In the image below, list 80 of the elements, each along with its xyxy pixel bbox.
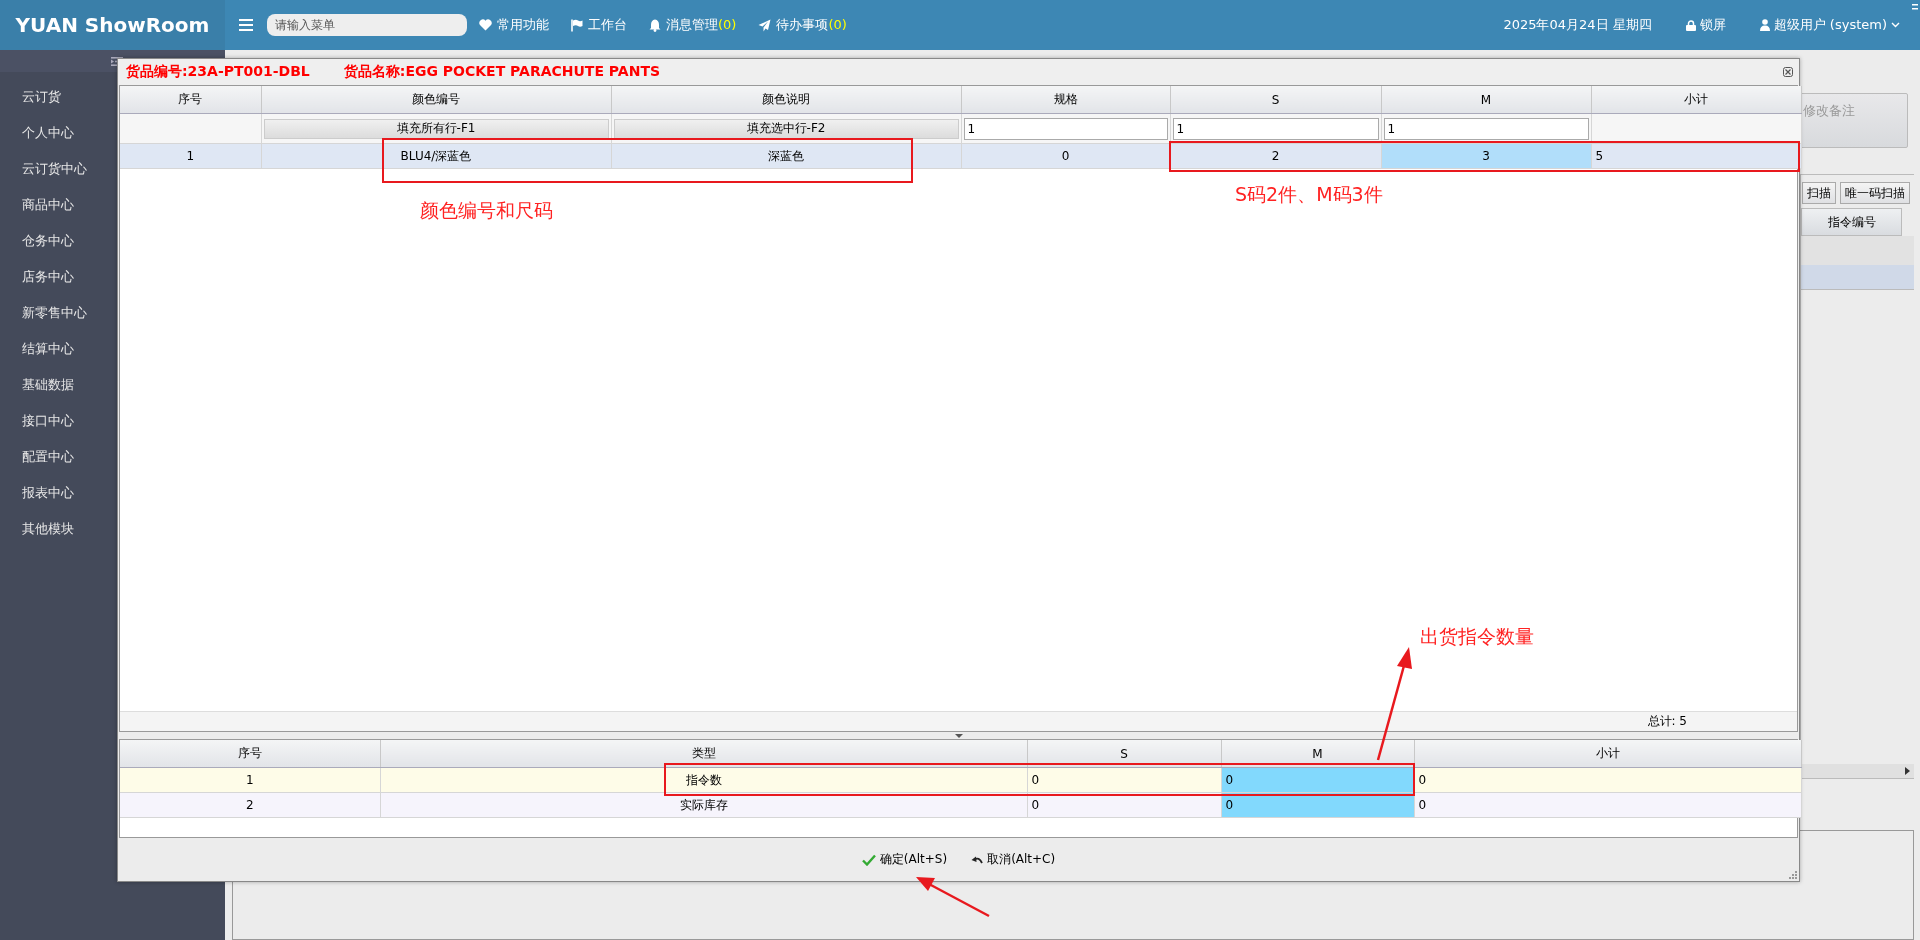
user-icon bbox=[1759, 19, 1770, 31]
app-logo[interactable]: YUAN ShowRoom bbox=[0, 0, 225, 50]
sidebar-item[interactable]: 接口中心 bbox=[0, 403, 74, 439]
fill-value-field[interactable]: 1 bbox=[1172, 117, 1379, 140]
table-cell: 5 bbox=[1591, 143, 1801, 169]
lock-icon bbox=[1685, 19, 1696, 31]
sidebar-item[interactable]: 报表中心 bbox=[0, 475, 74, 511]
nav-link[interactable]: 常用功能 bbox=[479, 16, 549, 34]
column-header: S bbox=[1027, 740, 1221, 768]
nav-link[interactable]: 工作台 bbox=[571, 16, 627, 34]
scan-button[interactable]: 扫描 bbox=[1802, 182, 1836, 204]
table-cell: 1 bbox=[120, 143, 261, 169]
table-cell: 2 bbox=[1170, 143, 1381, 169]
scroll-right-icon[interactable] bbox=[1905, 767, 1910, 775]
table-cell: 指令数 bbox=[380, 767, 1027, 793]
heart-icon bbox=[479, 19, 492, 31]
column-header: 序号 bbox=[120, 86, 261, 114]
sidebar-item[interactable]: 云订货中心 bbox=[0, 151, 87, 187]
send-icon bbox=[758, 18, 772, 32]
check-icon bbox=[861, 853, 876, 866]
sidebar-item[interactable]: 店务中心 bbox=[0, 259, 74, 295]
menu-icon[interactable] bbox=[239, 19, 253, 31]
table-cell: 实际库存 bbox=[380, 792, 1027, 818]
table-cell: 1 bbox=[120, 767, 380, 793]
bell-icon bbox=[649, 18, 661, 32]
fill-value-field[interactable]: 1 bbox=[963, 117, 1168, 140]
annotation-text: 出货指令数量 bbox=[1420, 624, 1534, 649]
column-header: 规格 bbox=[961, 86, 1170, 114]
table-cell: 3 bbox=[1381, 143, 1591, 169]
sidebar-item[interactable]: 基础数据 bbox=[0, 367, 74, 403]
expand-icon[interactable] bbox=[1912, 4, 1918, 11]
column-header: 类型 bbox=[380, 740, 1027, 768]
sidebar-item[interactable]: 结算中心 bbox=[0, 331, 74, 367]
fill-button[interactable]: 填充所有行-F1 bbox=[263, 118, 609, 139]
close-icon[interactable] bbox=[1783, 67, 1793, 77]
nav-link[interactable]: 消息管理(0) bbox=[649, 16, 737, 34]
fill-button[interactable]: 填充选中行-F2 bbox=[613, 118, 959, 139]
nav-link[interactable]: 待办事项(0) bbox=[758, 16, 847, 34]
lock-screen-link[interactable]: 锁屏 bbox=[1685, 16, 1726, 34]
table-cell: 2 bbox=[120, 792, 380, 818]
table-cell: 0 bbox=[1027, 767, 1221, 793]
table-cell: BLU4/深蓝色 bbox=[261, 143, 611, 169]
table-cell: 0 bbox=[1221, 767, 1414, 793]
chevron-down-icon bbox=[1891, 22, 1900, 28]
resize-grip-icon[interactable] bbox=[1789, 871, 1797, 879]
product-code-label: 货品编号:23A-PT001-DBL bbox=[126, 63, 310, 81]
sidebar-item[interactable]: 商品中心 bbox=[0, 187, 74, 223]
sidebar-item[interactable]: 新零售中心 bbox=[0, 295, 87, 331]
unique-code-scan-button[interactable]: 唯一码扫描 bbox=[1840, 182, 1910, 204]
table-cell: 0 bbox=[1414, 792, 1801, 818]
undo-icon bbox=[971, 854, 984, 865]
sidebar-item[interactable]: 个人中心 bbox=[0, 115, 74, 151]
table-cell: 深蓝色 bbox=[611, 143, 961, 169]
column-header: 序号 bbox=[120, 740, 380, 768]
table-cell: 0 bbox=[1414, 767, 1801, 793]
date-text: 2025年04月24日 星期四 bbox=[1503, 16, 1652, 34]
column-header: 颜色编号 bbox=[261, 86, 611, 114]
fill-value-field[interactable]: 1 bbox=[1383, 117, 1589, 140]
user-menu[interactable]: 超级用户 (system) bbox=[1759, 16, 1900, 34]
sidebar-item[interactable]: 云订货 bbox=[0, 79, 61, 115]
confirm-button[interactable]: 确定(Alt+S) bbox=[858, 849, 951, 870]
sidebar-item[interactable]: 配置中心 bbox=[0, 439, 74, 475]
total-text: 总计: 5 bbox=[120, 711, 1797, 731]
product-name-label: 货品名称:EGG POCKET PARACHUTE PANTS bbox=[343, 63, 661, 81]
table-cell: 0 bbox=[961, 143, 1170, 169]
flag-icon bbox=[571, 18, 583, 32]
annotation-text: 颜色编号和尺码 bbox=[420, 198, 553, 223]
column-header: 小计 bbox=[1414, 740, 1801, 768]
column-header: 小计 bbox=[1591, 86, 1801, 114]
sidebar-item[interactable]: 其他模块 bbox=[0, 511, 74, 547]
column-header: S bbox=[1170, 86, 1381, 114]
cancel-button[interactable]: 取消(Alt+C) bbox=[968, 849, 1059, 870]
column-header: M bbox=[1221, 740, 1414, 768]
sidebar-item[interactable]: 仓务中心 bbox=[0, 223, 74, 259]
column-header: 颜色说明 bbox=[611, 86, 961, 114]
column-header: 指令编号 bbox=[1801, 208, 1902, 236]
annotation-text: S码2件、M码3件 bbox=[1235, 182, 1383, 207]
table-cell: 0 bbox=[1027, 792, 1221, 818]
column-header: M bbox=[1381, 86, 1591, 114]
menu-search-field[interactable]: 请输入菜单 bbox=[267, 14, 467, 36]
